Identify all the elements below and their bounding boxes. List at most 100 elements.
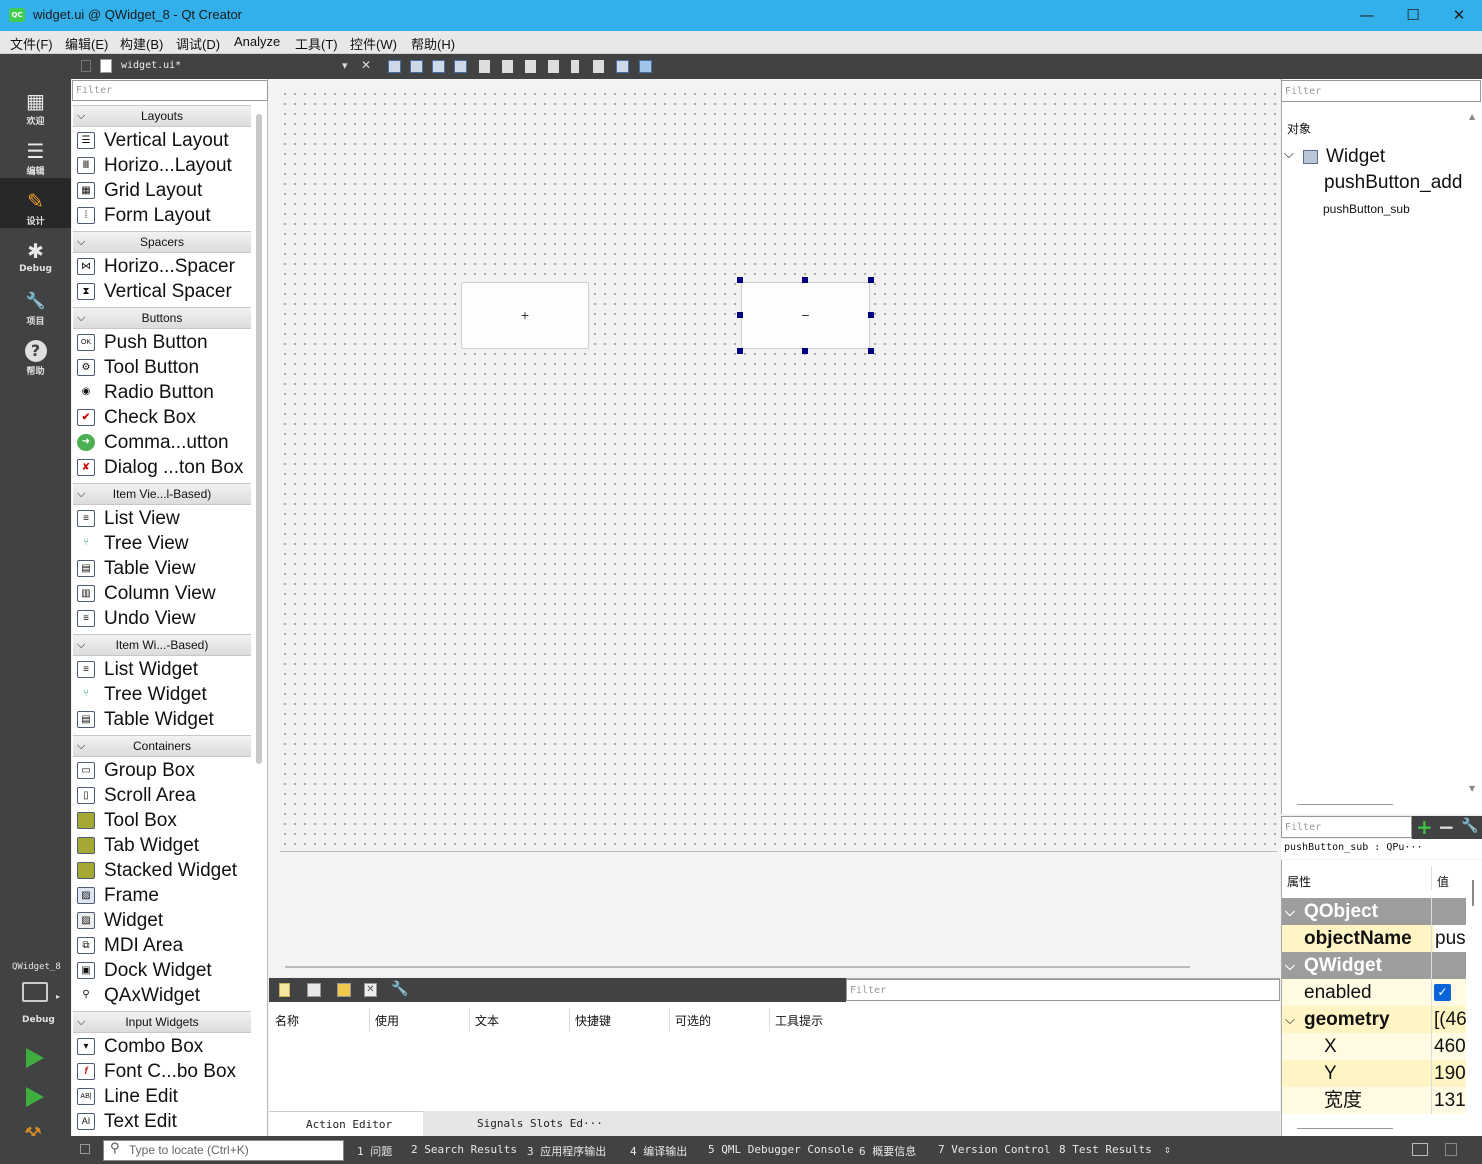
property-vscrollbar[interactable] xyxy=(1472,880,1474,906)
widget-radio-button[interactable]: ◉ Radio Button xyxy=(73,380,251,405)
output-tab-compile-output[interactable]: 4 编译输出 xyxy=(630,1143,687,1159)
property-value[interactable]: 190 xyxy=(1434,1060,1466,1087)
edit-buddies-icon[interactable] xyxy=(432,60,445,73)
widget-line-edit[interactable]: AB| Line Edit xyxy=(73,1084,251,1109)
column-header-shortcut[interactable]: 快捷键 xyxy=(575,1012,611,1029)
form-grid[interactable] xyxy=(280,89,1277,852)
menu-analyze[interactable]: Analyze xyxy=(234,34,280,49)
widget-undo-view[interactable]: ≡ Undo View xyxy=(73,606,251,631)
widget-dialog-button-box[interactable]: ✘ Dialog ...ton Box xyxy=(73,455,251,480)
menu-debug[interactable]: 调试(D) xyxy=(176,34,220,53)
resize-handle[interactable] xyxy=(868,312,874,318)
layout-splitter-h-icon[interactable] xyxy=(525,60,536,73)
resize-handle[interactable] xyxy=(802,277,808,283)
enabled-checkbox[interactable]: ✓ xyxy=(1434,984,1451,1001)
toggle-sidebar-icon[interactable] xyxy=(80,1144,90,1154)
menu-build[interactable]: 构建(B) xyxy=(120,34,163,53)
widget-table-widget[interactable]: ▤ Table Widget xyxy=(73,707,251,732)
property-hscrollbar[interactable] xyxy=(1297,1128,1393,1129)
property-value[interactable]: pus xyxy=(1434,925,1466,952)
maximize-button[interactable]: ☐ xyxy=(1390,0,1436,31)
widget-tree-view[interactable]: ⑂ Tree View xyxy=(73,531,251,556)
object-hscrollbar[interactable] xyxy=(1297,804,1393,805)
minimize-button[interactable]: — xyxy=(1344,0,1390,31)
copy-action-icon[interactable] xyxy=(307,983,321,997)
new-action-icon[interactable] xyxy=(279,983,290,997)
file-dropdown-icon[interactable]: ▾ xyxy=(342,59,348,72)
menu-help[interactable]: 帮助(H) xyxy=(411,34,455,53)
property-filter-input[interactable]: Filter xyxy=(1281,816,1412,838)
column-header-name[interactable]: 名称 xyxy=(275,1012,299,1029)
widget-form-layout[interactable]: ⁞ Form Layout xyxy=(73,203,251,228)
category-buttons[interactable]: ⌵ Buttons xyxy=(73,307,251,329)
configure-icon[interactable]: 🔧 xyxy=(1461,818,1478,834)
column-header-tooltip[interactable]: 工具提示 xyxy=(775,1012,823,1029)
locator-input[interactable]: Type to locate (Ctrl+K) xyxy=(103,1140,344,1161)
editor-filename[interactable]: widget.ui* xyxy=(121,60,181,71)
edit-widgets-icon[interactable] xyxy=(388,60,401,73)
category-spacers[interactable]: ⌵ Spacers xyxy=(73,231,251,253)
property-width[interactable]: 宽度 131 xyxy=(1282,1087,1466,1114)
add-property-icon[interactable]: + xyxy=(1416,815,1433,839)
more-tabs-icon[interactable]: ⇕ xyxy=(1164,1143,1171,1156)
menu-file[interactable]: 文件(F) xyxy=(10,34,53,53)
property-value[interactable]: 460 xyxy=(1434,1033,1466,1060)
widget-vertical-spacer[interactable]: ⧗ Vertical Spacer xyxy=(73,279,251,304)
widget-dock-widget[interactable]: ▣ Dock Widget xyxy=(73,958,251,983)
edit-signals-icon[interactable] xyxy=(410,60,423,73)
mode-projects[interactable]: 🔧 项目 xyxy=(0,284,71,334)
widget-group-box[interactable]: ▭ Group Box xyxy=(73,758,251,783)
action-filter-input[interactable]: Filter xyxy=(846,979,1280,1001)
widget-column-view[interactable]: ▥ Column View xyxy=(73,581,251,606)
resize-handle[interactable] xyxy=(737,348,743,354)
widget-mdi-area[interactable]: ⧉ MDI Area xyxy=(73,933,251,958)
widget-font-combo-box[interactable]: f Font C...bo Box xyxy=(73,1059,251,1084)
mode-debug[interactable]: ✱ Debug xyxy=(0,234,71,284)
widget-stacked-widget[interactable]: Stacked Widget xyxy=(73,858,251,883)
widget-text-edit[interactable]: AI Text Edit xyxy=(73,1109,251,1134)
tab-action-editor[interactable]: Action Editor xyxy=(269,1111,423,1136)
resize-handle[interactable] xyxy=(802,348,808,354)
output-tab-version-control[interactable]: 7 Version Control xyxy=(938,1143,1051,1156)
widget-frame[interactable]: ▨ Frame xyxy=(73,883,251,908)
layout-grid-icon[interactable] xyxy=(593,60,604,73)
close-file-icon[interactable]: ✕ xyxy=(361,58,371,72)
resize-handle[interactable] xyxy=(868,277,874,283)
toggle-right-sidebar-icon[interactable] xyxy=(1445,1143,1457,1156)
category-item-views[interactable]: ⌵ Item Vie...l-Based) xyxy=(73,483,251,505)
menu-widgets[interactable]: 控件(W) xyxy=(350,34,397,53)
paste-action-icon[interactable] xyxy=(337,983,351,997)
output-tab-test-results[interactable]: 8 Test Results xyxy=(1059,1143,1152,1156)
toggle-output-icon[interactable] xyxy=(1412,1143,1428,1156)
layout-form-icon[interactable] xyxy=(571,60,579,73)
menu-edit[interactable]: 编辑(E) xyxy=(65,34,108,53)
column-header-checkable[interactable]: 可选的 xyxy=(675,1012,711,1029)
widgetbox-filter-input[interactable]: Filter xyxy=(72,80,268,101)
widget-widget[interactable]: ▨ Widget xyxy=(73,908,251,933)
layout-horizontal-icon[interactable] xyxy=(479,60,490,73)
run-icon[interactable] xyxy=(26,1048,44,1068)
break-layout-icon[interactable] xyxy=(616,60,629,73)
scroll-up-icon[interactable]: ▲ xyxy=(1469,112,1475,121)
widget-tree-widget[interactable]: ⑂ Tree Widget xyxy=(73,682,251,707)
resize-handle[interactable] xyxy=(737,277,743,283)
property-y[interactable]: Y 190 xyxy=(1282,1060,1466,1087)
category-input-widgets[interactable]: ⌵ Input Widgets xyxy=(73,1011,251,1033)
value-column-header[interactable]: 值 xyxy=(1437,873,1449,890)
layout-vertical-icon[interactable] xyxy=(502,60,513,73)
layout-splitter-v-icon[interactable] xyxy=(548,60,559,73)
property-value[interactable]: 131 xyxy=(1434,1087,1466,1114)
close-window-button[interactable]: ✕ xyxy=(1436,0,1482,31)
scroll-down-icon[interactable]: ▼ xyxy=(1469,784,1475,793)
canvas-horizontal-scrollbar[interactable] xyxy=(285,966,1190,968)
property-objectname[interactable]: objectName pus xyxy=(1282,925,1466,952)
object-push-button-sub[interactable]: pushButton_sub xyxy=(1323,202,1410,216)
configure-icon[interactable]: 🔧 xyxy=(391,981,408,997)
menu-tools[interactable]: 工具(T) xyxy=(295,34,338,53)
widget-grid-layout[interactable]: ▦ Grid Layout xyxy=(73,178,251,203)
mode-design[interactable]: ✎ 设计 xyxy=(0,178,71,228)
resize-handle[interactable] xyxy=(737,312,743,318)
object-push-button-add[interactable]: pushButton_add xyxy=(1324,172,1462,194)
mode-welcome[interactable]: ▦ 欢迎 xyxy=(0,84,71,134)
widget-list-widget[interactable]: ≡ List Widget xyxy=(73,657,251,682)
